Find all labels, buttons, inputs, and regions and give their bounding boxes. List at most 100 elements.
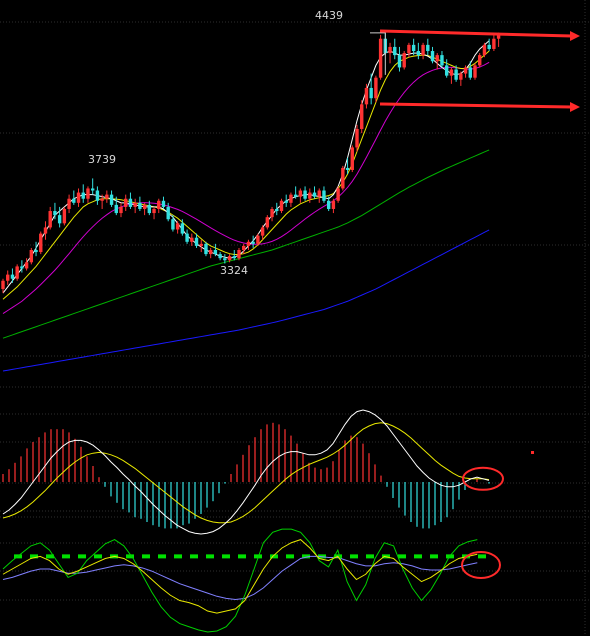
candle-body (15, 266, 19, 279)
candle-body (345, 167, 350, 170)
candle-body (402, 53, 406, 68)
candle-body (81, 192, 85, 199)
candle-body (246, 241, 251, 246)
candle-body (95, 190, 100, 201)
candle-body (260, 227, 265, 236)
candle-body (468, 67, 472, 78)
candle-body (76, 192, 81, 203)
candle-body (407, 44, 411, 54)
candle-body (256, 235, 260, 244)
candle-body (426, 44, 430, 52)
candle-body (242, 245, 246, 250)
candle-body (152, 208, 156, 214)
candle-body (20, 266, 24, 269)
candle-body (72, 198, 76, 203)
candle-body (48, 211, 52, 228)
candle-body (265, 217, 270, 228)
candle-body (157, 200, 161, 209)
candle-body (411, 44, 416, 52)
candle-body (10, 274, 15, 279)
candle-body (62, 208, 67, 224)
candle-body (492, 38, 496, 49)
candle-body (293, 194, 298, 197)
candle-body (34, 250, 38, 253)
candle-body (57, 215, 62, 224)
candle-body (124, 198, 128, 207)
candle-body (421, 44, 425, 56)
candle-body (473, 65, 477, 78)
candle-body (24, 262, 29, 269)
candle-body (114, 204, 118, 214)
candle-body (449, 69, 454, 76)
candle-body (388, 46, 392, 54)
candle-body (100, 198, 104, 201)
candle-body (487, 44, 491, 49)
candle-body (142, 204, 147, 209)
candle-body (393, 46, 397, 56)
candle-body (223, 258, 227, 261)
candle-body (109, 194, 114, 205)
candle-body (213, 250, 218, 255)
stock-chart: 3739 3324 4439 (0, 0, 590, 636)
candle-body (53, 211, 57, 216)
candle-body (180, 223, 185, 234)
annotation-3739: 3739 (88, 153, 116, 166)
candle-body (463, 67, 468, 74)
candle-body (341, 167, 345, 189)
candle-body (336, 188, 340, 201)
candle-body (312, 192, 317, 197)
candle-body (454, 69, 458, 80)
candle-body (204, 243, 208, 255)
candle-body (270, 208, 274, 218)
candle-body (166, 206, 170, 220)
candle-body (232, 256, 236, 259)
candle-body (86, 188, 90, 199)
candle-body (6, 274, 10, 281)
candle-body (133, 202, 137, 207)
candle-body (317, 190, 321, 197)
candle-body (128, 198, 133, 207)
candle-body (355, 128, 359, 148)
annotation-3324: 3324 (220, 264, 248, 277)
candle-body (90, 188, 95, 191)
candle-body (1, 280, 5, 289)
candle-body (378, 38, 383, 78)
candle-body (440, 55, 444, 66)
candle-body (119, 206, 123, 214)
annotation-4439: 4439 (315, 9, 343, 22)
candle-body (171, 219, 175, 230)
candle-body (43, 227, 48, 234)
candle-body (208, 250, 213, 255)
candle-body (289, 194, 293, 203)
candle-body (331, 200, 336, 209)
candle-body (303, 190, 307, 199)
candle-body (29, 250, 34, 263)
candle-body (175, 223, 180, 230)
candle-body (364, 87, 369, 105)
candle-body (147, 204, 152, 214)
candle-body (350, 147, 354, 170)
candle-body (360, 104, 364, 129)
candle-body (251, 241, 255, 244)
chart-background (0, 0, 590, 636)
candle-body (435, 55, 439, 62)
candle-body (397, 55, 402, 68)
candle-body (185, 233, 189, 242)
candle-body (39, 233, 43, 253)
candle-body (326, 200, 331, 209)
candle-body (416, 51, 421, 56)
candle-body (67, 198, 71, 209)
candle-body (237, 250, 241, 259)
candle-body (298, 190, 303, 197)
candle-body (322, 190, 326, 201)
candle-body (284, 200, 288, 203)
candle-body (430, 51, 435, 62)
candle-body (374, 77, 378, 99)
candle-body (194, 237, 199, 246)
candle-body (218, 254, 222, 259)
candle-body (190, 237, 194, 242)
candle-body (161, 200, 166, 207)
candle-body (279, 200, 284, 212)
candle-body (482, 44, 487, 56)
macd-extra-point (531, 451, 534, 454)
